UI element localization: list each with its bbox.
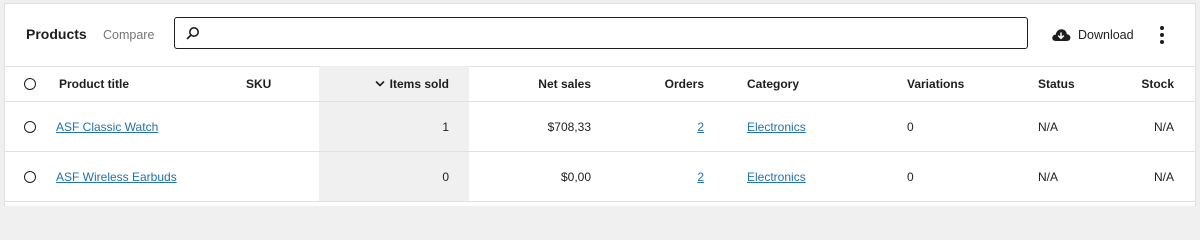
column-header-status[interactable]: Status <box>1015 66 1124 102</box>
sku-cell <box>195 151 319 202</box>
column-label: Net sales <box>538 76 591 91</box>
category-link[interactable]: Electronics <box>747 170 806 184</box>
column-label: Variations <box>907 76 965 91</box>
column-header-net-sales[interactable]: Net sales <box>469 66 606 102</box>
row-select-radio[interactable] <box>24 171 36 184</box>
search-input[interactable] <box>207 18 1021 50</box>
table-row: ASF Classic Watch 1 $708,33 2 Electronic… <box>5 101 1195 152</box>
column-label: Stock <box>1141 76 1174 91</box>
column-label: SKU <box>246 76 272 91</box>
cloud-download-icon <box>1052 29 1071 41</box>
column-header-product-title[interactable]: Product title <box>55 66 195 102</box>
column-label: Items sold <box>389 76 449 91</box>
search-box[interactable] <box>174 17 1028 50</box>
column-label: Orders <box>664 76 704 91</box>
product-title-link[interactable]: ASF Wireless Earbuds <box>56 170 177 184</box>
items-sold-cell: 0 <box>442 169 449 184</box>
column-header-sku[interactable]: SKU <box>195 66 319 102</box>
row-select-radio[interactable] <box>24 121 36 134</box>
net-sales-cell: $0,00 <box>560 169 591 184</box>
variations-cell: 0 <box>907 119 914 134</box>
select-cell <box>5 101 55 152</box>
download-label: Download <box>1078 28 1134 42</box>
column-header-orders[interactable]: Orders <box>606 66 730 102</box>
products-tab[interactable]: Products <box>26 26 87 42</box>
variations-cell: 0 <box>907 169 914 184</box>
column-header-variations[interactable]: Variations <box>884 66 1015 102</box>
card-header: Products Compare Download <box>5 4 1195 67</box>
net-sales-cell: $708,33 <box>547 119 591 134</box>
chevron-down-icon <box>375 81 384 87</box>
column-label: Product title <box>59 76 130 91</box>
table-header-row: Product title SKU Items sold Net sales O… <box>5 66 1195 102</box>
select-cell <box>5 151 55 202</box>
product-title-link[interactable]: ASF Classic Watch <box>56 120 158 134</box>
download-button[interactable]: Download <box>1051 24 1134 46</box>
column-header-category[interactable]: Category <box>730 66 884 102</box>
orders-link[interactable]: 2 <box>697 120 730 134</box>
products-table: Product title SKU Items sold Net sales O… <box>5 66 1195 202</box>
more-vertical-icon[interactable] <box>1155 23 1169 47</box>
status-cell: N/A <box>1038 169 1059 184</box>
orders-link[interactable]: 2 <box>697 170 730 184</box>
column-header-stock[interactable]: Stock <box>1124 66 1195 102</box>
search-icon <box>186 27 199 40</box>
stock-cell: N/A <box>1153 169 1174 184</box>
column-header-items-sold[interactable]: Items sold <box>319 66 469 102</box>
compare-tab[interactable]: Compare <box>103 28 154 42</box>
category-link[interactable]: Electronics <box>747 120 806 134</box>
status-cell: N/A <box>1038 119 1059 134</box>
sku-cell <box>195 101 319 152</box>
select-all-radio[interactable] <box>24 78 36 91</box>
products-card: Products Compare Download Product title … <box>4 3 1196 206</box>
column-label: Category <box>747 76 800 91</box>
column-label: Status <box>1038 76 1075 91</box>
select-all-cell <box>5 66 55 102</box>
table-row: ASF Wireless Earbuds 0 $0,00 2 Electroni… <box>5 151 1195 202</box>
stock-cell: N/A <box>1153 119 1174 134</box>
items-sold-cell: 1 <box>442 119 449 134</box>
